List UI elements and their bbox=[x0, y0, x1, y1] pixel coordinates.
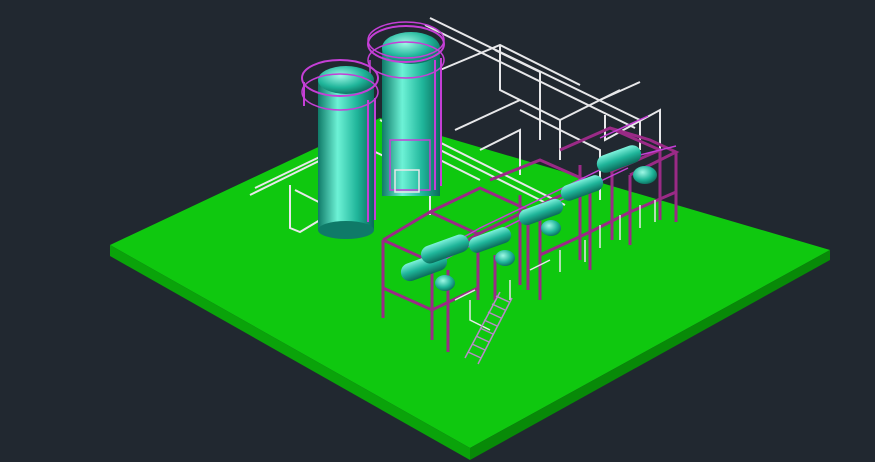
model-viewport[interactable] bbox=[0, 0, 875, 462]
ground-slab bbox=[110, 118, 830, 460]
plant-model-drawing bbox=[110, 17, 830, 460]
